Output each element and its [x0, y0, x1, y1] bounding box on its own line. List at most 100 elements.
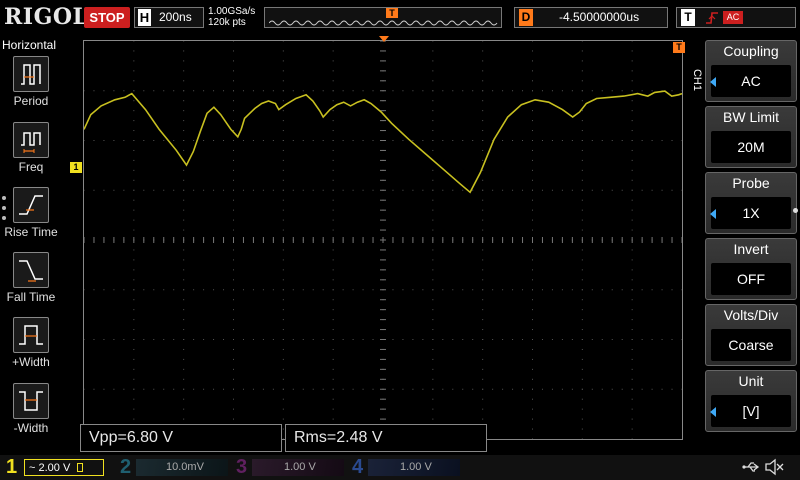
ch1-offset-marker[interactable]: 1: [70, 162, 82, 173]
grid-dot: [113, 189, 115, 191]
speaker-muted-icon[interactable]: [764, 458, 784, 476]
measurement-rms[interactable]: Rms=2.48 V: [285, 424, 487, 452]
grid-dot: [332, 388, 334, 390]
grid-dot: [551, 388, 553, 390]
grid-dot: [233, 120, 234, 122]
grid-dot: [173, 140, 175, 141]
grid-dot: [551, 189, 553, 191]
grid-dot: [233, 209, 234, 211]
grid-dot: [532, 329, 533, 331]
grid-dot: [262, 140, 264, 141]
grid-dot: [631, 219, 633, 221]
menu-coupling[interactable]: Coupling AC: [705, 40, 797, 102]
waveform-display[interactable]: [83, 40, 683, 440]
grid-dot: [651, 289, 653, 291]
grid-dot: [432, 110, 434, 112]
grid-dot: [133, 319, 135, 321]
grid-dot: [362, 388, 364, 390]
measure-item-freq[interactable]: Freq: [0, 122, 62, 182]
period-icon: [13, 56, 49, 92]
grid-dot: [581, 418, 583, 420]
measure-item-negative-width[interactable]: -Width: [0, 383, 62, 443]
measure-item-period[interactable]: Period: [0, 56, 62, 116]
grid-dot: [83, 90, 85, 92]
menu-bw-limit[interactable]: BW Limit 20M: [705, 106, 797, 168]
grid-dot: [173, 90, 175, 92]
grid-dot: [512, 189, 514, 191]
grid-dot: [561, 289, 563, 291]
trigger-position-marker[interactable]: T: [386, 8, 398, 18]
grid-dot: [671, 339, 673, 340]
grid-dot: [571, 189, 573, 191]
grid-dot: [133, 100, 135, 102]
grid-dot: [153, 189, 155, 191]
grid-dot: [392, 189, 394, 191]
measure-item-rise-time[interactable]: Rise Time: [0, 187, 62, 247]
option-arrow-icon: [710, 209, 716, 219]
grid-dot: [631, 149, 633, 151]
menu-unit[interactable]: Unit [V]: [705, 370, 797, 432]
grid-dot: [412, 289, 414, 291]
grid-dot: [631, 378, 633, 380]
grid-dot: [183, 299, 185, 301]
measure-item-positive-width[interactable]: +Width: [0, 317, 62, 377]
grid-dot: [223, 289, 225, 291]
brand-logo: RIGOL: [4, 4, 89, 30]
grid-dot: [133, 209, 135, 211]
grid-dot: [482, 339, 484, 340]
grid-dot: [133, 50, 135, 52]
grid-dot: [203, 189, 205, 191]
grid-dot: [532, 120, 533, 122]
grid-dot: [153, 90, 155, 92]
menu-item-value: OFF: [711, 263, 791, 295]
trigger-level-marker[interactable]: T: [673, 42, 685, 53]
menu-invert[interactable]: Invert OFF: [705, 238, 797, 300]
menu-volts-div[interactable]: Volts/Div Coarse: [705, 304, 797, 366]
grid-dot: [571, 289, 573, 291]
trigger-coupling-badge: AC: [723, 11, 743, 24]
grid-dot: [183, 90, 185, 92]
grid-dot: [113, 140, 115, 141]
channel-1-status[interactable]: 1 ~ 2.00 V: [0, 455, 112, 480]
grid-dot: [432, 130, 434, 132]
grid-dot: [332, 100, 334, 102]
grid-dot: [541, 388, 543, 390]
grid-dot: [282, 249, 284, 251]
delay-box[interactable]: D -4.50000000us: [514, 7, 668, 28]
grid-dot: [641, 388, 643, 390]
channel-3-status[interactable]: 3 1.00 V: [232, 455, 344, 480]
grid-dot: [183, 70, 185, 72]
grid-dot: [123, 388, 125, 390]
grid-dot: [262, 90, 264, 92]
grid-dot: [452, 90, 454, 92]
channel-number: 4: [352, 456, 364, 478]
grid-dot: [432, 179, 434, 181]
grid-dot: [432, 309, 434, 311]
grid-dot: [332, 339, 334, 340]
grid-dot: [282, 140, 284, 141]
horizontal-timebase[interactable]: H 200ns: [134, 7, 204, 28]
grid-dot: [482, 60, 484, 62]
channel-2-status[interactable]: 2 10.0mV: [116, 455, 228, 480]
channel-4-status[interactable]: 4 1.00 V: [348, 455, 460, 480]
grid-dot: [512, 90, 514, 92]
grid-dot: [242, 90, 244, 92]
measure-item-fall-time[interactable]: Fall Time: [0, 252, 62, 312]
grid-dot: [412, 140, 414, 141]
grid-dot: [233, 199, 234, 201]
menu-probe[interactable]: Probe 1X: [705, 172, 797, 234]
measurement-vpp[interactable]: Vpp=6.80 V: [80, 424, 282, 452]
grid-dot: [312, 339, 314, 340]
grid-dot: [482, 149, 484, 151]
run-stop-badge[interactable]: STOP: [84, 7, 130, 28]
grid-dot: [282, 378, 284, 380]
grid-dot: [581, 50, 583, 52]
grid-dot: [412, 339, 414, 340]
menu-item-title: Probe: [732, 175, 770, 191]
grid-dot: [282, 70, 284, 72]
trigger-box[interactable]: T AC: [676, 7, 796, 28]
ch1-waveform-trace: [83, 90, 683, 194]
grid-dot: [352, 289, 354, 291]
grid-dot: [213, 189, 215, 191]
grid-dot: [631, 408, 633, 410]
